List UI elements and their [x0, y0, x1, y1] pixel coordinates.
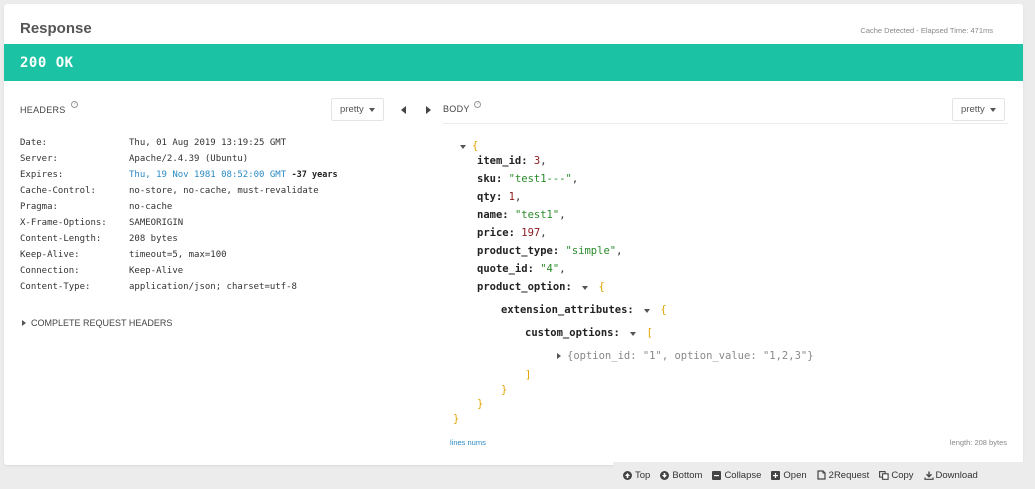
header-key: X-Frame-Options:	[20, 218, 107, 228]
header-row: Connection: Keep-Alive	[20, 263, 338, 279]
header-value: 208 bytes	[129, 234, 178, 244]
header-row: Content-Length: 208 bytes	[20, 231, 338, 247]
header-key: Keep-Alive:	[20, 250, 80, 260]
body-label: BODY	[443, 104, 470, 114]
arrow-down-icon	[660, 471, 670, 480]
header-key: Pragma:	[20, 202, 58, 212]
expand-icon[interactable]	[557, 353, 561, 359]
minus-icon	[712, 471, 722, 480]
header-value: Apache/2.4.39 (Ubuntu)	[129, 154, 249, 164]
status-bar: 200 OK	[4, 44, 1023, 81]
json-line: quote_id: "4",	[477, 263, 566, 275]
json-close-brace: }	[501, 384, 508, 396]
header-key: Server:	[20, 154, 58, 164]
json-line: product_option: {	[477, 281, 605, 293]
body-format-dropdown[interactable]: pretty	[952, 98, 1005, 121]
expand-icon	[22, 320, 26, 326]
request-icon	[817, 470, 826, 480]
json-root-open: {	[460, 140, 478, 152]
arrow-left-icon[interactable]	[401, 106, 406, 114]
header-row: Cache-Control: no-store, no-cache, must-r…	[20, 183, 338, 199]
header-row: Expires: Thu, 19 Nov 1981 08:52:00 GMT -3…	[20, 167, 338, 183]
response-panel: Response Cache Detected - Elapsed Time: …	[4, 4, 1023, 465]
header-key: Content-Type:	[20, 282, 91, 292]
help-icon[interactable]: ?	[474, 101, 481, 108]
plus-icon	[771, 471, 781, 480]
panel-title: Response	[20, 20, 92, 37]
collapse-icon[interactable]	[582, 286, 589, 290]
header-row: Keep-Alive: timeout=5, max=100	[20, 247, 338, 263]
json-line: price: 197,	[477, 227, 547, 239]
header-row: Pragma: no-cache	[20, 199, 338, 215]
headers-list: Date: Thu, 01 Aug 2019 13:19:25 GMT Serve…	[20, 135, 338, 295]
status-text: 200 OK	[20, 55, 74, 71]
headers-format-value: pretty	[340, 104, 364, 115]
complete-request-headers-label: COMPLETE REQUEST HEADERS	[31, 318, 173, 328]
header-value: timeout=5, max=100	[129, 250, 227, 260]
json-line: qty: 1,	[477, 191, 522, 203]
complete-request-headers-toggle[interactable]: COMPLETE REQUEST HEADERS	[22, 318, 172, 328]
arrow-right-icon[interactable]	[426, 106, 431, 114]
headers-format-dropdown[interactable]: pretty	[331, 98, 384, 121]
header-key: Connection:	[20, 266, 80, 276]
header-value-link[interactable]: Thu, 19 Nov 1981 08:52:00 GMT	[129, 170, 286, 180]
header-value: SAMEORIGIN	[129, 218, 184, 228]
collapse-icon[interactable]	[644, 309, 651, 313]
caret-down-icon	[989, 107, 996, 112]
copy-button[interactable]: Copy	[879, 470, 914, 481]
copy-icon	[879, 471, 889, 480]
download-button[interactable]: Download	[923, 470, 978, 481]
json-close-brace: }	[453, 413, 460, 425]
header-value: Keep-Alive	[129, 266, 184, 276]
json-line: item_id: 3,	[477, 155, 547, 167]
collapse-button[interactable]: Collapse	[712, 470, 761, 481]
bottom-button[interactable]: Bottom	[660, 470, 702, 481]
expires-note: -37 years	[291, 170, 338, 180]
header-key: Expires:	[20, 170, 64, 180]
header-value: no-store, no-cache, must-revalidate	[129, 186, 319, 196]
header-row: Server: Apache/2.4.39 (Ubuntu)	[20, 151, 338, 167]
body-length: length: 208 bytes	[949, 438, 1007, 447]
download-icon	[923, 471, 934, 480]
headers-label: HEADERS	[20, 105, 66, 115]
json-collapsed-item[interactable]: {option_id: "1", option_value: "1,2,3"}	[557, 350, 814, 362]
header-key: Content-Length:	[20, 234, 102, 244]
lines-nums-link[interactable]: lines nums	[450, 438, 486, 447]
json-close-brace: }	[477, 398, 484, 410]
header-row: X-Frame-Options: SAMEORIGIN	[20, 215, 338, 231]
header-row: Date: Thu, 01 Aug 2019 13:19:25 GMT	[20, 135, 338, 151]
collapse-icon[interactable]	[460, 145, 466, 149]
collapse-icon[interactable]	[630, 332, 637, 336]
bottom-toolbar: Top Bottom Collapse Open 2Request Copy D…	[613, 462, 1035, 489]
json-close-bracket: ]	[525, 369, 532, 381]
json-line: custom_options: [	[525, 327, 653, 339]
arrow-up-icon	[623, 471, 632, 480]
divider	[443, 123, 1008, 124]
to-request-button[interactable]: 2Request	[817, 470, 869, 481]
json-line: product_type: "simple",	[477, 245, 623, 257]
header-value: no-cache	[129, 202, 173, 212]
cache-info: Cache Detected - Elapsed Time: 471ms	[860, 26, 993, 35]
header-value: application/json; charset=utf-8	[129, 282, 297, 292]
help-icon[interactable]: ?	[71, 101, 78, 108]
body-format-value: pretty	[961, 104, 985, 115]
open-button[interactable]: Open	[771, 470, 807, 481]
header-row: Content-Type: application/json; charset=u…	[20, 279, 338, 295]
json-line: extension_attributes: {	[501, 304, 667, 316]
json-line: name: "test1",	[477, 209, 566, 221]
header-value: Thu, 01 Aug 2019 13:19:25 GMT	[129, 138, 287, 148]
json-line: sku: "test1---",	[477, 173, 579, 185]
header-key: Date:	[20, 138, 48, 148]
header-key: Cache-Control:	[20, 186, 96, 196]
caret-down-icon	[368, 107, 375, 112]
top-button[interactable]: Top	[623, 470, 650, 481]
